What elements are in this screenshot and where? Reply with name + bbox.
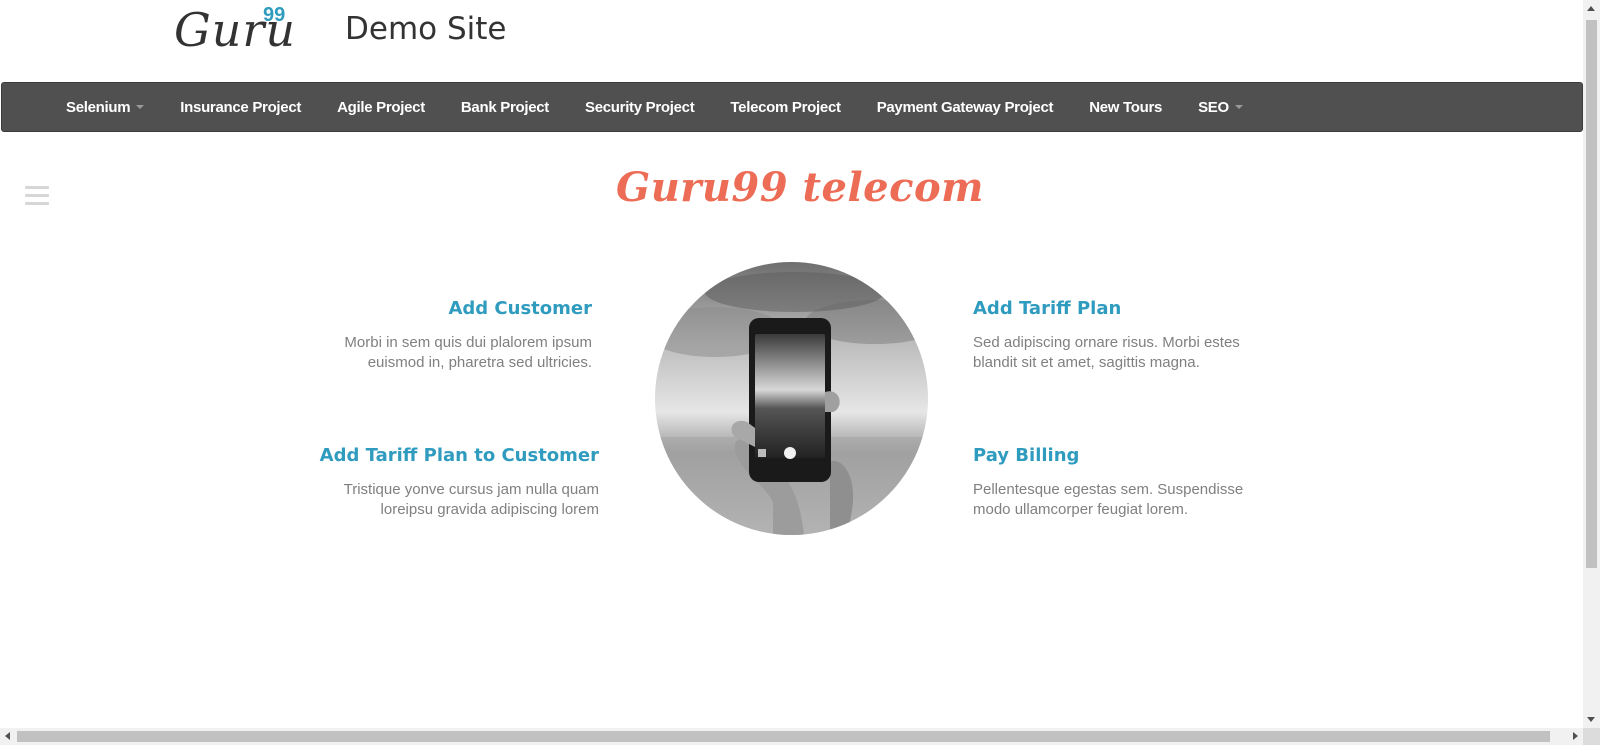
scrollbar-corner (1583, 728, 1600, 745)
logo-superscript: 99 (263, 4, 286, 26)
vertical-scrollbar[interactable] (1583, 0, 1600, 728)
nav-item-label: Bank Project (460, 98, 549, 116)
caret-down-icon (136, 105, 145, 109)
nav-item-new-tours[interactable]: New Tours (1089, 99, 1162, 116)
feature-pay-billing: Pay Billing Pellentesque egestas sem. Su… (973, 445, 1293, 520)
add-customer-link[interactable]: Add Customer (300, 298, 592, 319)
nav-list: Selenium Insurance Project Agile Project… (2, 83, 1582, 131)
feature-description-line: Morbi in sem quis dui plalorem ipsum (344, 334, 592, 351)
nav-item-selenium[interactable]: Selenium (66, 98, 145, 116)
nav-item-payment-gateway-project[interactable]: Payment Gateway Project (877, 99, 1054, 116)
nav-item-insurance-project[interactable]: Insurance Project (180, 99, 301, 116)
scroll-left-arrow-icon[interactable] (5, 732, 10, 740)
feature-description-line: Tristique yonve cursus jam nulla quam (343, 481, 599, 498)
phone-photo-svg (655, 262, 928, 535)
menu-bar (25, 194, 49, 197)
page-title: Guru99 telecom (616, 164, 984, 211)
hamburger-menu-icon[interactable] (25, 186, 49, 208)
menu-bar (25, 186, 49, 189)
nav-item-seo[interactable]: SEO (1198, 99, 1243, 116)
page: Guru 99 Demo Site Selenium Insurance Pro… (0, 0, 1600, 745)
horizontal-scrollbar[interactable] (0, 728, 1583, 745)
main-navbar: Selenium Insurance Project Agile Project… (1, 82, 1583, 132)
nav-item-label: Selenium (66, 98, 131, 116)
nav-item-label: Insurance Project (180, 98, 302, 116)
horizontal-scroll-thumb[interactable] (17, 731, 1550, 742)
feature-add-customer: Add Customer Morbi in sem quis dui plalo… (300, 298, 592, 373)
nav-item-security-project[interactable]: Security Project (585, 98, 695, 116)
feature-description-line: modo ullamcorper feugiat lorem. (973, 501, 1189, 518)
pay-billing-link[interactable]: Pay Billing (973, 445, 1293, 466)
nav-item-bank-project[interactable]: Bank Project (461, 99, 549, 116)
feature-description-line: blandit sit et amet, sagittis magna. (973, 354, 1200, 371)
scroll-up-arrow-icon[interactable] (1587, 6, 1595, 11)
feature-description-line: loreipsu gravida adipiscing lorem (380, 501, 599, 518)
feature-description-line: euismod in, pharetra sed ultricies. (367, 354, 592, 371)
nav-item-label: New Tours (1089, 98, 1163, 116)
site-title: Demo Site (345, 11, 507, 47)
vertical-scroll-thumb[interactable] (1586, 20, 1597, 568)
feature-add-tariff-plan: Add Tariff Plan Sed adipiscing ornare ri… (973, 298, 1293, 373)
feature-add-tariff-plan-to-customer: Add Tariff Plan to Customer Tristique yo… (300, 445, 599, 520)
nav-item-telecom-project[interactable]: Telecom Project (730, 98, 841, 116)
add-tariff-plan-to-customer-link[interactable]: Add Tariff Plan to Customer (300, 445, 599, 466)
caret-down-icon (1234, 105, 1243, 109)
scroll-right-arrow-icon[interactable] (1573, 732, 1578, 740)
nav-item-agile-project[interactable]: Agile Project (337, 99, 425, 116)
feature-description-line: Pellentesque egestas sem. Suspendisse (973, 481, 1244, 498)
nav-item-label: SEO (1198, 98, 1229, 116)
nav-item-label: Security Project (585, 98, 695, 116)
nav-item-label: Agile Project (337, 98, 425, 116)
nav-item-label: Payment Gateway Project (876, 98, 1054, 116)
add-tariff-plan-link[interactable]: Add Tariff Plan (973, 298, 1293, 319)
nav-item-label: Telecom Project (730, 98, 841, 116)
scroll-down-arrow-icon[interactable] (1587, 717, 1595, 722)
menu-bar (25, 202, 49, 205)
phone-in-hand-image (655, 262, 928, 535)
feature-description-line: Sed adipiscing ornare risus. Morbi estes (973, 334, 1240, 351)
